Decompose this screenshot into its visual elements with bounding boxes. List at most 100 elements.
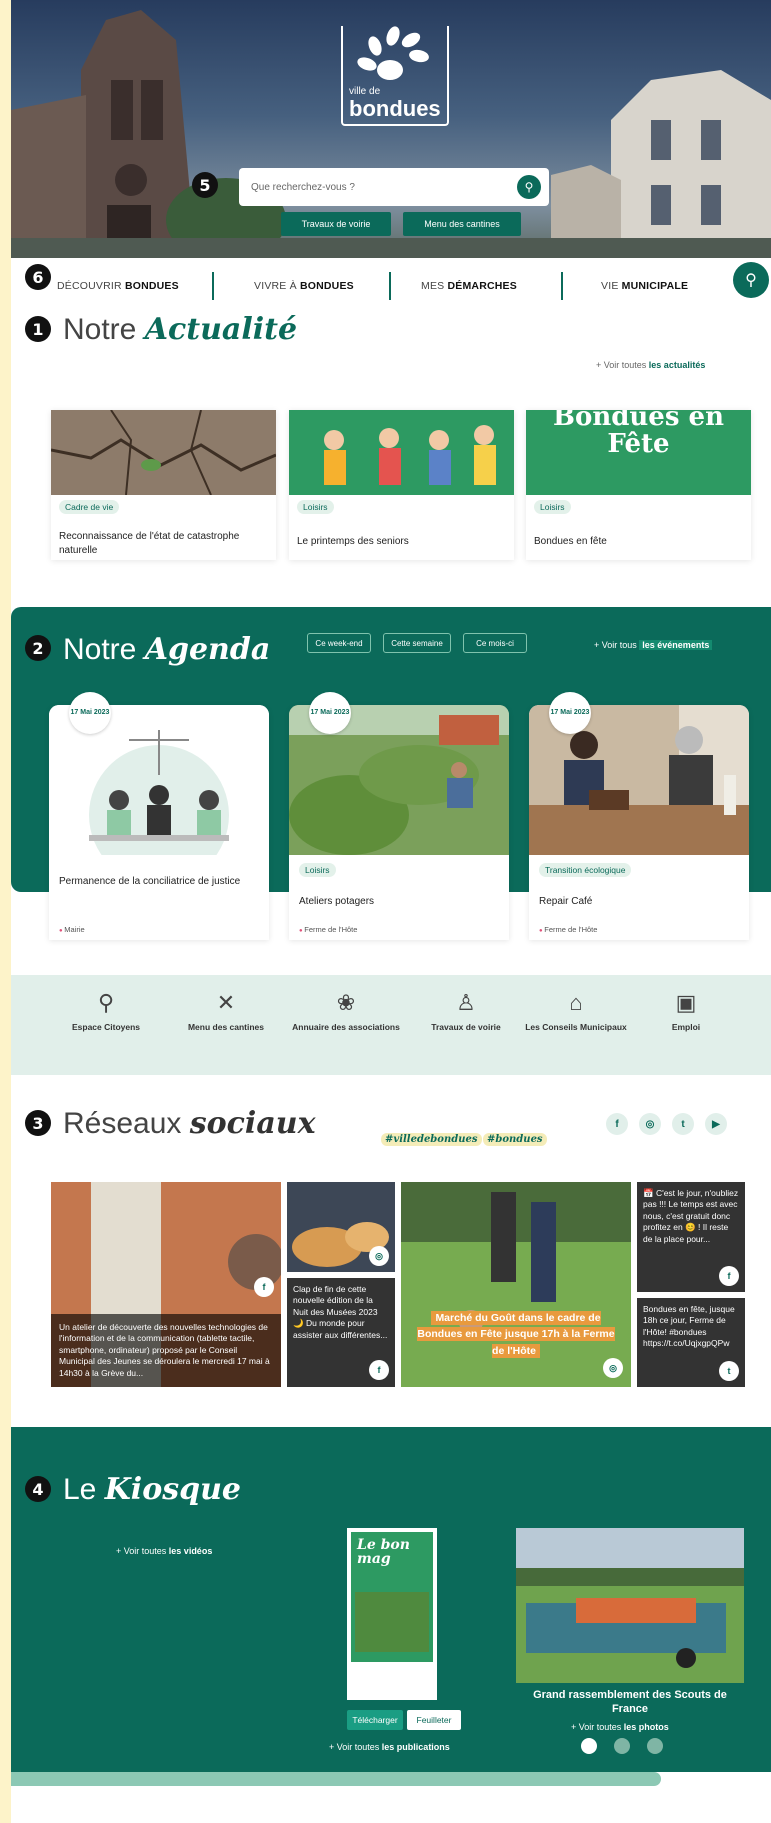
social-post[interactable]: Marché du Goût dans le cadre de Bondues … [401, 1182, 631, 1387]
twitter-icon[interactable]: t [672, 1113, 694, 1135]
magazine-cover-image: Le bon mag [351, 1532, 433, 1696]
filter-week-button[interactable]: Cette semaine [383, 633, 451, 653]
townhall-icon: ⌂ [569, 990, 583, 1015]
magazine-cover[interactable]: Le bon mag [347, 1528, 437, 1700]
association-icon: ❀ [336, 990, 356, 1015]
shortcut-citizen-space[interactable]: ⚲ Espace Citoyens [51, 990, 161, 1033]
download-button[interactable]: Télécharger [347, 1710, 403, 1730]
instagram-icon[interactable]: ◎ [639, 1113, 661, 1135]
news-see-all-link[interactable]: + Voir toutes les actualités [596, 360, 705, 370]
news-title: Notre Actualité [63, 312, 297, 347]
hashtag[interactable]: #villedebondues [381, 1133, 482, 1146]
nav-municipal-bold: MUNICIPALE [621, 280, 689, 292]
marker-2: 2 [25, 635, 51, 661]
news-card-title: Le printemps des seniors [297, 536, 409, 547]
search-icon[interactable]: ⚲ [517, 175, 541, 199]
event-card-title: Repair Café [539, 896, 593, 907]
kiosk-title-script: Kiosque [104, 1472, 241, 1507]
photos-see-all-link[interactable]: + Voir toutes les photos [571, 1722, 669, 1732]
news-card-tag: Loisirs [297, 500, 334, 514]
carousel-dot[interactable] [647, 1738, 663, 1754]
site-logo[interactable]: ville de bondues [341, 24, 449, 126]
news-card-title: Reconnaissance de l'état de catastrophe … [59, 531, 240, 556]
agenda-title: Notre Agenda [63, 632, 270, 667]
shortcut-label: Travaux de voirie [431, 1022, 501, 1032]
social-title-script: sociaux [189, 1106, 316, 1141]
nav-discover-light: DÉCOUVRIR [57, 280, 125, 292]
magazine-photo [355, 1592, 429, 1652]
social-post[interactable]: Bondues en fête, jusque 18h ce jour, Fer… [637, 1298, 745, 1387]
shortcut-canteen[interactable]: ✕ Menu des cantines [171, 990, 281, 1033]
facebook-icon[interactable]: f [606, 1113, 628, 1135]
social-post[interactable]: Un atelier de découverte des nouvelles t… [51, 1182, 281, 1387]
twitter-icon: t [719, 1361, 739, 1381]
page: ville de bondues Que recherchez-vous ? ⚲… [11, 0, 771, 1823]
quick-link-canteen[interactable]: Menu des cantines [403, 212, 521, 236]
briefcase-icon: ▣ [675, 990, 697, 1015]
shortcut-associations[interactable]: ❀ Annuaire des associations [291, 990, 401, 1033]
social-post[interactable]: Clap de fin de cette nouvelle édition de… [287, 1278, 395, 1387]
agenda-see-all-bold: les événements [639, 640, 713, 650]
event-card-title: Permanence de la conciliatrice de justic… [59, 876, 241, 887]
photo-album-cover[interactable] [516, 1528, 744, 1683]
nav-live-light: VIVRE À [254, 280, 300, 292]
photos-see-all-prefix: + Voir toutes [571, 1722, 624, 1732]
social-post[interactable]: 📅 C'est le jour, n'oubliez pas !!! Le te… [637, 1182, 745, 1292]
event-card[interactable]: Transition écologique Repair Café Ferme … [529, 705, 749, 940]
browse-button[interactable]: Feuilleter [407, 1710, 461, 1730]
filter-weekend-button[interactable]: Ce week-end [307, 633, 371, 653]
hero-search-input[interactable]: Que recherchez-vous ? ⚲ [239, 168, 549, 206]
nav-procedures[interactable]: MES DÉMARCHES [421, 280, 517, 292]
event-date-badge: 17 Mai 2023 [69, 692, 111, 734]
nav-procedures-light: MES [421, 280, 448, 292]
news-card[interactable]: Cadre de vie Reconnaissance de l'état de… [51, 410, 276, 560]
shortcut-label: Espace Citoyens [71, 1022, 141, 1032]
videos-see-all-bold: les vidéos [168, 1546, 213, 1556]
main-nav: DÉCOUVRIR BONDUES VIVRE À BONDUES MES DÉ… [11, 258, 771, 312]
quick-link-roadwork[interactable]: Travaux de voirie [281, 212, 391, 236]
marker-5: 5 [192, 172, 218, 198]
social-post-text: Marché du Goût dans le cadre de Bondues … [417, 1311, 615, 1358]
nav-municipal[interactable]: VIE MUNICIPALE [601, 280, 688, 292]
hashtag[interactable]: #bondues [483, 1133, 547, 1146]
hero-banner: ville de bondues Que recherchez-vous ? ⚲… [11, 0, 771, 258]
publications-see-all-link[interactable]: + Voir toutes les publications [329, 1742, 450, 1752]
kiosk-title: Le Kiosque [63, 1472, 241, 1507]
shortcut-jobs[interactable]: ▣ Emploi [631, 990, 741, 1033]
facebook-icon: f [254, 1277, 274, 1297]
news-card[interactable]: Bondues en Fête Loisirs Bondues en fête [526, 410, 751, 560]
shortcut-label: Les Conseils Municipaux [525, 1022, 627, 1032]
magazine-footer [351, 1662, 433, 1696]
news-card[interactable]: Loisirs Le printemps des seniors [289, 410, 514, 560]
nav-live-bold: BONDUES [299, 280, 354, 292]
marker-3: 3 [25, 1110, 51, 1136]
shortcut-council[interactable]: ⌂ Les Conseils Municipaux [521, 990, 631, 1033]
agenda-title-plain: Notre [63, 633, 145, 666]
roadwork-icon: ♙ [456, 990, 476, 1015]
carousel-dot[interactable] [614, 1738, 630, 1754]
agenda-see-all-link[interactable]: + Voir tous les événements [594, 640, 713, 650]
nav-search-icon[interactable]: ⚲ [733, 262, 769, 298]
event-date-badge: 17 Mai 2023 [549, 692, 591, 734]
event-card[interactable]: Permanence de la conciliatrice de justic… [49, 705, 269, 940]
social-post-text: 📅 C'est le jour, n'oubliez pas !!! Le te… [643, 1188, 739, 1244]
photos-see-all-bold: les photos [623, 1722, 669, 1732]
nav-live[interactable]: VIVRE À BONDUES [254, 280, 354, 292]
publications-see-all-bold: les publications [381, 1742, 450, 1752]
event-card-location: Ferme de l'Hôte [539, 925, 597, 934]
citizen-space-icon: ⚲ [97, 990, 115, 1015]
social-post[interactable]: ◎ [287, 1182, 395, 1272]
youtube-icon[interactable]: ▶ [705, 1113, 727, 1135]
social-post-text: Un atelier de découverte des nouvelles t… [51, 1313, 281, 1387]
shortcut-roadwork[interactable]: ♙ Travaux de voirie [411, 990, 521, 1033]
social-post-text: Bondues en fête, jusque 18h ce jour, Fer… [643, 1304, 735, 1349]
event-card[interactable]: Loisirs Ateliers potagers Ferme de l'Hôt… [289, 705, 509, 940]
filter-month-button[interactable]: Ce mois-ci [463, 633, 527, 653]
photo-album-image [516, 1528, 744, 1683]
videos-see-all-link[interactable]: + Voir toutes les vidéos [116, 1546, 212, 1556]
carousel-dot-active[interactable] [581, 1738, 597, 1754]
news-card-tag: Loisirs [534, 500, 571, 514]
social-title-plain: Réseaux [63, 1107, 190, 1140]
videos-see-all-prefix: + Voir toutes [116, 1546, 169, 1556]
nav-discover[interactable]: DÉCOUVRIR BONDUES [57, 280, 179, 292]
